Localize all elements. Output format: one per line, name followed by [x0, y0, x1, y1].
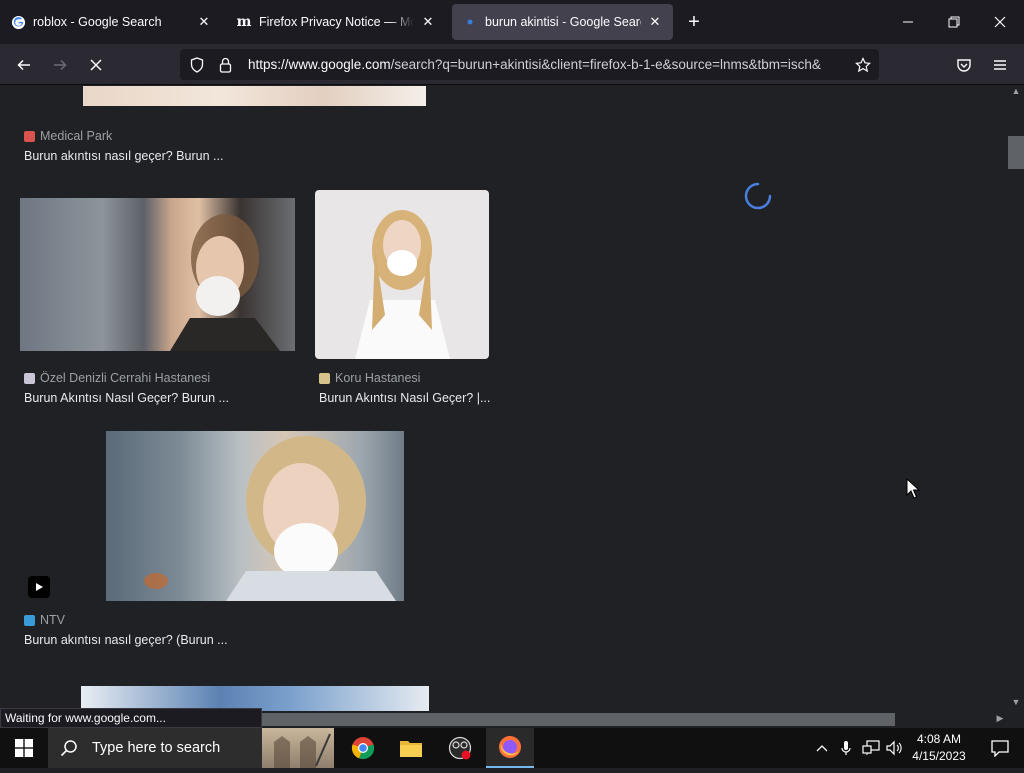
result-caption[interactable]: Burun Akıntısı Nasıl Geçer? Burun ... [24, 391, 229, 405]
clock-time: 4:08 AM [916, 732, 962, 746]
tab-burun-akintisi[interactable]: burun akintisi - Google Search ✕ [452, 4, 673, 40]
pocket-button[interactable] [951, 52, 977, 78]
arrow-left-icon [17, 59, 30, 71]
windows-taskbar: Type here to search 4:08 AM 4/15/2023 [0, 728, 1024, 768]
ozel-denizli-logo-icon [24, 372, 35, 384]
show-hidden-icons-button[interactable] [812, 728, 832, 768]
source-label: Koru Hastanesi [335, 371, 421, 385]
result-source[interactable]: NTV [24, 613, 65, 627]
search-highlight-image[interactable] [262, 728, 334, 768]
microphone-tray-icon[interactable] [836, 728, 856, 768]
restore-button[interactable] [942, 10, 966, 34]
navigation-toolbar: https://www.google.com/search?q=burun+ak… [0, 44, 1024, 85]
file-explorer-taskbar-button[interactable] [387, 728, 435, 768]
result-image-ntv[interactable] [106, 431, 404, 601]
result-caption[interactable]: Burun akıntısı nasıl geçer? Burun ... [24, 149, 223, 163]
tracking-protection-shield-icon[interactable] [188, 56, 206, 73]
folder-icon [400, 741, 422, 757]
chevron-up-icon [816, 745, 828, 752]
clock-date: 4/15/2023 [912, 749, 966, 763]
minimize-button[interactable] [896, 10, 920, 34]
search-placeholder: Type here to search [92, 740, 221, 756]
taskbar-clock[interactable]: 4:08 AM 4/15/2023 [906, 731, 972, 765]
network-tray-icon[interactable] [860, 728, 882, 768]
close-tab-icon[interactable]: ✕ [420, 14, 436, 30]
address-bar[interactable]: https://www.google.com/search?q=burun+ak… [180, 49, 879, 80]
taskbar-search-box[interactable]: Type here to search [48, 728, 334, 768]
result-image-ozel-denizli[interactable] [20, 198, 295, 351]
tab-title: roblox - Google Search [33, 15, 162, 29]
result-caption[interactable]: Burun akıntısı nasıl geçer? (Burun ... [24, 633, 228, 647]
chrome-icon [351, 737, 375, 760]
firefox-icon [499, 736, 521, 758]
chrome-taskbar-button[interactable] [339, 728, 387, 768]
tab-roblox[interactable]: roblox - Google Search ✕ [0, 4, 222, 40]
play-icon [36, 583, 43, 591]
scroll-down-arrow-icon[interactable]: ▼ [1008, 697, 1024, 711]
search-results-page: Medical Park Burun akıntısı nasıl geçer?… [0, 86, 1008, 711]
tab-title: burun akintisi - Google Search [485, 15, 641, 29]
tab-strip: roblox - Google Search ✕ m Firefox Priva… [0, 0, 1024, 44]
play-video-button[interactable] [28, 576, 50, 598]
close-window-button[interactable] [988, 10, 1012, 34]
mouse-cursor-icon [906, 478, 920, 499]
network-icon [862, 740, 880, 755]
horizontal-scroll-thumb[interactable] [262, 713, 895, 726]
ntv-logo-icon [24, 614, 35, 626]
koru-hastanesi-logo-icon [319, 372, 330, 384]
lock-icon[interactable] [216, 57, 234, 73]
result-source[interactable]: Medical Park [24, 129, 112, 143]
status-text: Waiting for www.google.com... [0, 708, 262, 728]
scroll-right-arrow-icon[interactable]: ▶ [992, 713, 1008, 726]
stop-loading-button[interactable] [83, 52, 109, 78]
result-source[interactable]: Koru Hastanesi [319, 371, 420, 385]
close-icon [90, 59, 102, 71]
vertical-scroll-thumb[interactable] [1008, 136, 1024, 169]
back-button[interactable] [11, 52, 37, 78]
mozilla-m-icon: m [236, 14, 252, 30]
action-center-button[interactable] [976, 728, 1024, 768]
loading-spinner-icon [744, 182, 772, 210]
close-tab-icon[interactable]: ✕ [647, 14, 663, 30]
forward-button[interactable] [47, 52, 73, 78]
url-path: /search?q=burun+akintisi&client=firefox-… [390, 57, 821, 72]
hamburger-menu-icon [994, 60, 1006, 70]
source-label: Medical Park [40, 129, 113, 143]
result-source[interactable]: Özel Denizli Cerrahi Hastanesi [24, 371, 210, 385]
microphone-icon [841, 741, 851, 755]
horizontal-scrollbar[interactable]: ▶ [262, 711, 1008, 728]
source-label: Özel Denizli Cerrahi Hastanesi [40, 371, 211, 385]
result-image-medical-park[interactable] [83, 86, 426, 106]
volume-tray-icon[interactable] [884, 728, 904, 768]
windows-logo-icon [15, 739, 33, 757]
pocket-icon [957, 59, 971, 72]
result-caption[interactable]: Burun Akıntısı Nasıl Geçer? |... [319, 391, 490, 405]
firefox-taskbar-button[interactable] [486, 728, 534, 768]
result-image-koru-hastanesi[interactable] [315, 190, 489, 359]
obs-record-icon [448, 736, 472, 760]
url-text[interactable]: https://www.google.com/search?q=burun+ak… [248, 57, 838, 72]
notification-icon [991, 740, 1009, 757]
arrow-right-icon [54, 59, 67, 71]
tab-title: Firefox Privacy Notice — Mozill [259, 15, 414, 29]
vertical-scrollbar[interactable]: ▲ ▼ [1008, 86, 1024, 711]
close-tab-icon[interactable]: ✕ [196, 14, 212, 30]
medical-park-logo-icon [24, 130, 35, 142]
search-icon [60, 740, 77, 757]
new-tab-button[interactable]: + [684, 12, 704, 32]
app-menu-button[interactable] [987, 52, 1013, 78]
url-domain: https://www.google.com [248, 57, 391, 72]
source-label: NTV [40, 613, 65, 627]
bookmark-star-icon[interactable] [853, 55, 873, 75]
scroll-up-arrow-icon[interactable]: ▲ [1008, 86, 1024, 100]
loading-dot-icon [462, 14, 478, 30]
google-g-icon [10, 14, 26, 30]
speaker-icon [886, 740, 902, 756]
obs-taskbar-button[interactable] [436, 728, 484, 768]
tab-firefox-privacy[interactable]: m Firefox Privacy Notice — Mozill ✕ [226, 4, 446, 40]
start-button[interactable] [0, 728, 48, 768]
